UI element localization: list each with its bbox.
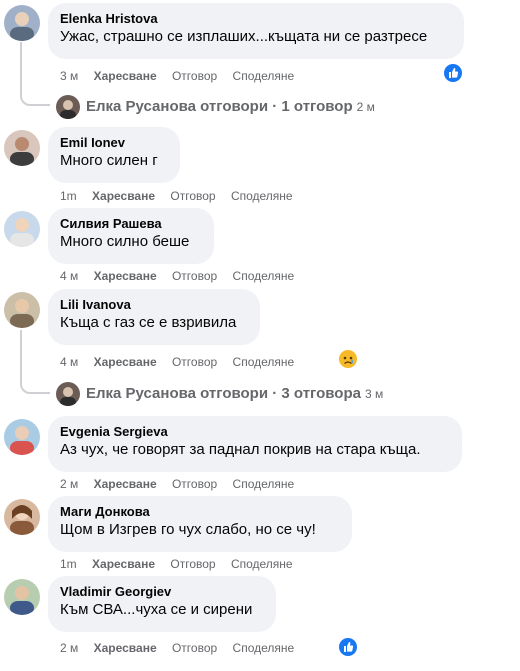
like-icon[interactable]: [339, 638, 357, 656]
reply-button[interactable]: Отговор: [170, 188, 215, 204]
comment-bubble: Elenka Hristova Ужас, страшно се изплаши…: [48, 3, 464, 59]
comment-time[interactable]: 1m: [60, 556, 77, 572]
share-button[interactable]: Споделяне: [233, 268, 295, 284]
comment-actions: 2 м Харесване Отговор Споделяне: [60, 476, 306, 492]
avatar[interactable]: [56, 382, 80, 406]
share-button[interactable]: Споделяне: [233, 354, 295, 370]
reply-button[interactable]: Отговор: [172, 354, 217, 370]
comment-actions: 1m Харесване Отговор Споделяне: [60, 556, 305, 572]
like-button[interactable]: Харесване: [92, 188, 155, 204]
comment-actions: 3 м Харесване Отговор Споделяне: [60, 68, 306, 84]
commenter-name[interactable]: Emil Ionev: [60, 134, 168, 151]
comment-bubble: Emil Ionev Много силен г: [48, 127, 180, 183]
reply-button[interactable]: Отговор: [170, 556, 215, 572]
comment-actions: 2 м Харесване Отговор Споделяне: [60, 640, 306, 656]
comment-time[interactable]: 2 м: [60, 476, 78, 492]
comment-text: Много силно беше: [60, 233, 190, 250]
share-button[interactable]: Споделяне: [233, 640, 295, 656]
avatar[interactable]: [4, 5, 40, 41]
comment-text: Аз чух, че говорят за паднал покрив на с…: [60, 441, 421, 458]
commenter-name[interactable]: Evgenia Sergieva: [60, 423, 450, 440]
comment-bubble: Evgenia Sergieva Аз чух, че говорят за п…: [48, 416, 462, 472]
comment-text: Много силен г: [60, 152, 158, 169]
comment-text: Ужас, страшно се изплаших...къщата ни се…: [60, 28, 428, 45]
reply-button[interactable]: Отговор: [172, 68, 217, 84]
share-button[interactable]: Споделяне: [233, 476, 295, 492]
reply-time: 3 м: [364, 387, 384, 401]
view-replies-link[interactable]: Елка Русанова отговори · 1 отговор 2 м: [86, 97, 375, 117]
sad-icon[interactable]: [339, 350, 357, 368]
reply-button[interactable]: Отговор: [172, 268, 217, 284]
reply-button[interactable]: Отговор: [172, 640, 217, 656]
share-button[interactable]: Споделяне: [233, 68, 295, 84]
like-button[interactable]: Харесване: [94, 68, 157, 84]
commenter-name[interactable]: Маги Донкова: [60, 503, 340, 520]
comment-text: Щом в Изгрев го чух слабо, но се чу!: [60, 521, 316, 538]
avatar[interactable]: [4, 211, 40, 247]
thread-line: [20, 42, 50, 106]
replies-text[interactable]: Елка Русанова отговори · 3 отговора: [86, 385, 361, 402]
like-button[interactable]: Харесване: [94, 354, 157, 370]
comment-time[interactable]: 3 м: [60, 68, 78, 84]
comment-text: Към СВА...чуха се и сирени: [60, 601, 253, 618]
reply-time: 2 м: [356, 100, 375, 114]
comment-time[interactable]: 4 м: [60, 354, 78, 370]
share-button[interactable]: Споделяне: [231, 188, 293, 204]
comment-actions: 4 м Харесване Отговор Споделяне: [60, 354, 306, 370]
replies-text[interactable]: Елка Русанова отговори · 1 отговор: [86, 98, 353, 115]
avatar[interactable]: [56, 95, 80, 119]
avatar[interactable]: [4, 292, 40, 328]
avatar[interactable]: [4, 499, 40, 535]
reply-button[interactable]: Отговор: [172, 476, 217, 492]
thread-line: [20, 330, 50, 394]
comment-bubble: Lili Ivanova Къща с газ се е взривила: [48, 289, 260, 345]
like-icon[interactable]: [444, 64, 462, 82]
comment-bubble: Маги Донкова Щом в Изгрев го чух слабо, …: [48, 496, 352, 552]
like-button[interactable]: Харесване: [94, 476, 157, 492]
like-button[interactable]: Харесване: [92, 556, 155, 572]
commenter-name[interactable]: Силвия Рашева: [60, 215, 202, 232]
comment-time[interactable]: 1m: [60, 188, 77, 204]
comment-text: Къща с газ се е взривила: [60, 314, 237, 331]
view-replies-link[interactable]: Елка Русанова отговори · 3 отговора 3 м: [86, 384, 383, 404]
avatar[interactable]: [4, 579, 40, 615]
comment-time[interactable]: 4 м: [60, 268, 78, 284]
comment-time[interactable]: 2 м: [60, 640, 78, 656]
commenter-name[interactable]: Lili Ivanova: [60, 296, 248, 313]
like-button[interactable]: Харесване: [94, 268, 157, 284]
avatar[interactable]: [4, 130, 40, 166]
commenter-name[interactable]: Vladimir Georgiev: [60, 583, 264, 600]
comment-bubble: Силвия Рашева Много силно беше: [48, 208, 214, 264]
comment-bubble: Vladimir Georgiev Към СВА...чуха се и си…: [48, 576, 276, 632]
commenter-name[interactable]: Elenka Hristova: [60, 10, 452, 27]
avatar[interactable]: [4, 419, 40, 455]
comment-actions: 1m Харесване Отговор Споделяне: [60, 188, 305, 204]
like-button[interactable]: Харесване: [94, 640, 157, 656]
share-button[interactable]: Споделяне: [231, 556, 293, 572]
comment-actions: 4 м Харесване Отговор Споделяне: [60, 268, 306, 284]
